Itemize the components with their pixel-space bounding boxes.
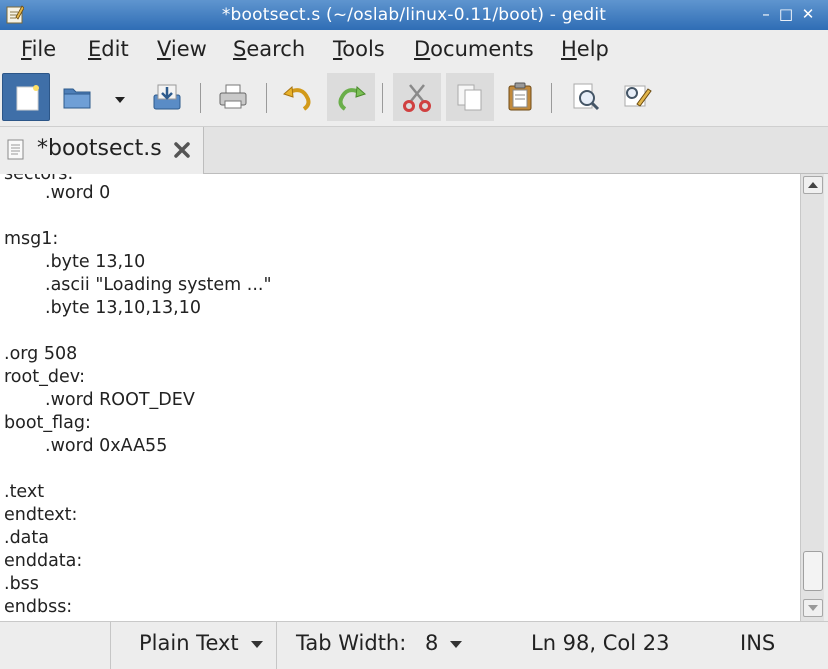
tab-bar: *bootsect.s <box>0 127 828 174</box>
toolbar <box>0 70 828 127</box>
menu-edit[interactable]: Edit <box>86 37 131 61</box>
window-title: *bootsect.s (~/oslab/linux-0.11/boot) - … <box>221 5 607 25</box>
new-document-button[interactable] <box>2 73 50 121</box>
vertical-scrollbar[interactable] <box>800 174 824 621</box>
menu-file[interactable]: File <box>19 37 58 61</box>
menu-tools-mnemonic: T <box>333 37 343 61</box>
open-recent-dropdown[interactable] <box>104 73 134 121</box>
save-button[interactable] <box>143 73 191 121</box>
language-selector[interactable]: Plain Text <box>110 622 276 669</box>
code-line: .byte 13,10,13,10 <box>45 298 201 318</box>
menu-tools-label: ools <box>342 37 385 61</box>
menu-documents-mnemonic: D <box>414 37 431 61</box>
chevron-down-icon <box>808 605 818 611</box>
copy-icon <box>457 84 482 111</box>
tab-label: *bootsect.s <box>37 136 162 161</box>
menu-help-mnemonic: H <box>561 37 577 61</box>
menu-file-label: ile <box>31 37 57 61</box>
magnifier-icon <box>573 83 600 111</box>
menu-file-mnemonic: F <box>21 37 32 61</box>
print-button[interactable] <box>209 73 257 121</box>
cursor-position: Ln 98, Col 23 <box>531 631 670 655</box>
close-window-icon[interactable]: ✕ <box>798 4 818 24</box>
scroll-down-button[interactable] <box>803 599 823 617</box>
menu-help-label: elp <box>576 37 609 61</box>
insert-mode-indicator: INS <box>740 631 776 655</box>
menu-help[interactable]: Help <box>559 37 611 61</box>
open-folder-icon <box>63 88 91 109</box>
new-document-icon <box>16 85 39 111</box>
code-line: .word ROOT_DEV <box>45 390 195 410</box>
chevron-up-icon <box>808 182 818 188</box>
title-bar[interactable]: *bootsect.s (~/oslab/linux-0.11/boot) - … <box>0 0 828 30</box>
dropdown-arrow-icon <box>115 97 125 103</box>
menu-documents[interactable]: Documents <box>412 37 536 61</box>
code-line: .data <box>4 528 49 548</box>
toolbar-separator <box>266 83 267 113</box>
menu-search[interactable]: Search <box>231 37 307 61</box>
menu-edit-mnemonic: E <box>88 37 102 61</box>
code-line: boot_flag: <box>4 413 91 433</box>
menu-bar: File Edit View Search Tools Documents He… <box>0 30 828 70</box>
paste-button[interactable] <box>496 73 544 121</box>
code-line: msg1: <box>4 229 59 249</box>
toolbar-separator <box>551 83 552 113</box>
scroll-up-button[interactable] <box>803 176 823 194</box>
menu-search-mnemonic: S <box>233 37 247 61</box>
clipboard-icon <box>508 82 532 111</box>
status-bar: Plain Text Tab Width: 8 Ln 98, Col 23 IN… <box>0 621 828 669</box>
menu-view-mnemonic: V <box>157 37 171 61</box>
code-line: .ascii "Loading system ..." <box>45 275 272 295</box>
text-editor[interactable]: sectors: .word 0 msg1: .byte 13,10 .asci… <box>0 174 800 621</box>
find-button[interactable] <box>562 73 610 121</box>
code-line: endtext: <box>4 505 78 525</box>
find-replace-button[interactable] <box>613 73 661 121</box>
toolbar-separator <box>382 83 383 113</box>
tab-bootsect[interactable]: *bootsect.s <box>0 127 204 174</box>
menu-tools[interactable]: Tools <box>331 37 387 61</box>
open-button[interactable] <box>53 73 101 121</box>
menu-documents-label: ocuments <box>430 37 534 61</box>
redo-arrow-icon <box>338 85 366 111</box>
toolbar-separator <box>200 83 201 113</box>
menu-view-label: iew <box>170 37 207 61</box>
code-line: .text <box>4 482 45 502</box>
undo-arrow-icon <box>283 85 311 111</box>
tab-width-value: 8 <box>425 631 439 655</box>
tab-width-selector[interactable]: Tab Width: 8 <box>276 622 472 669</box>
code-line: .org 508 <box>4 344 78 364</box>
cut-button[interactable] <box>393 73 441 121</box>
code-line: enddata: <box>4 551 83 571</box>
menu-edit-label: dit <box>101 37 129 61</box>
scroll-track[interactable] <box>803 196 823 596</box>
printer-icon <box>219 84 247 109</box>
language-label: Plain Text <box>139 631 239 655</box>
code-line: .byte 13,10 <box>45 252 146 272</box>
text-file-icon <box>7 139 24 160</box>
tab-width-label: Tab Width: <box>296 631 407 655</box>
save-download-icon <box>153 84 181 110</box>
code-line: .bss <box>4 574 39 594</box>
close-x-icon[interactable] <box>172 140 192 160</box>
menu-search-label: earch <box>246 37 306 61</box>
chevron-down-icon <box>450 641 462 648</box>
code-line: root_dev: <box>4 367 86 387</box>
find-replace-icon <box>624 85 652 107</box>
undo-button[interactable] <box>274 73 322 121</box>
scissors-icon <box>403 84 431 112</box>
maximize-icon[interactable]: □ <box>776 4 796 24</box>
code-line: endbss: <box>4 597 73 617</box>
chevron-down-icon <box>251 641 263 648</box>
redo-button[interactable] <box>327 73 375 121</box>
minimize-icon[interactable]: – <box>756 4 776 24</box>
scroll-thumb[interactable] <box>803 551 823 591</box>
menu-view[interactable]: View <box>155 37 209 61</box>
copy-button[interactable] <box>446 73 494 121</box>
code-line: .word 0 <box>45 183 111 203</box>
code-line: .word 0xAA55 <box>45 436 168 456</box>
